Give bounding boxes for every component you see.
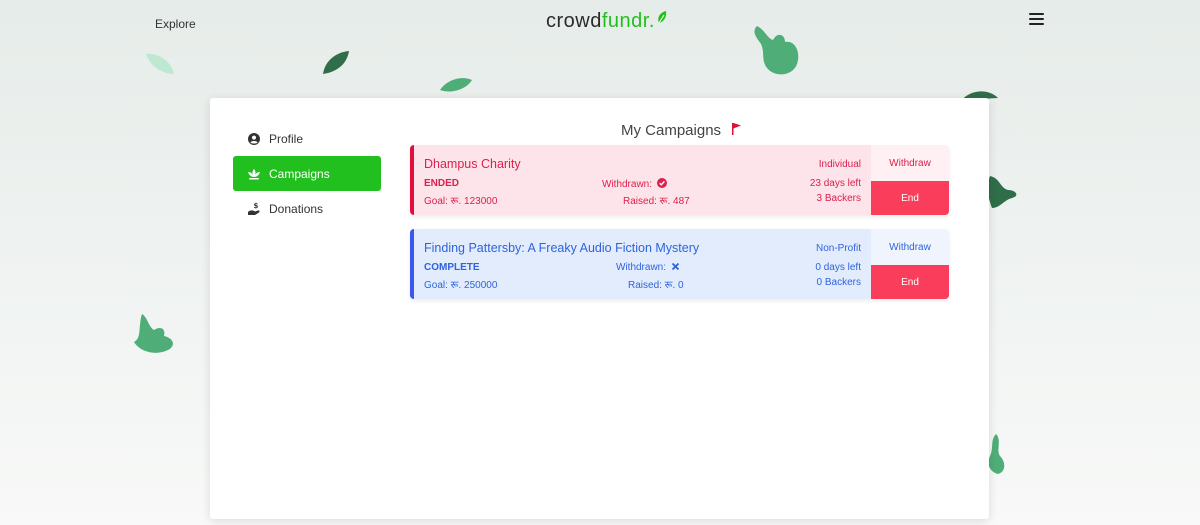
user-circle-icon bbox=[247, 132, 261, 146]
end-button[interactable]: End bbox=[871, 181, 949, 215]
campaign-info: Dhampus Charity Individual ENDED Withdra… bbox=[414, 145, 871, 215]
sidebar: Profile Campaigns $ Donations bbox=[233, 121, 381, 226]
end-button[interactable]: End bbox=[871, 265, 949, 299]
days-left: 23 days left bbox=[809, 178, 861, 189]
decorative-leaf bbox=[134, 314, 173, 353]
sidebar-item-donations[interactable]: $ Donations bbox=[233, 191, 381, 226]
withdraw-button[interactable]: Withdraw bbox=[871, 145, 949, 181]
sidebar-item-label: Donations bbox=[269, 201, 324, 216]
svg-text:$: $ bbox=[254, 202, 259, 210]
campaign-name[interactable]: Finding Pattersby: A Freaky Audio Fictio… bbox=[424, 241, 699, 255]
lotus-icon bbox=[247, 167, 261, 181]
campaign-goal: Goal: रू. 123000 bbox=[424, 196, 498, 207]
withdrawn-status: Withdrawn: bbox=[616, 262, 680, 274]
sidebar-item-profile[interactable]: Profile bbox=[233, 121, 381, 156]
decorative-leaf bbox=[323, 51, 349, 74]
withdrawn-label: Withdrawn: bbox=[602, 179, 653, 190]
explore-link[interactable]: Explore bbox=[155, 17, 196, 31]
page-title: My Campaigns bbox=[621, 122, 742, 140]
campaign-info: Finding Pattersby: A Freaky Audio Fictio… bbox=[414, 229, 871, 299]
hand-donate-icon: $ bbox=[247, 202, 261, 216]
x-mark-icon bbox=[671, 262, 680, 274]
campaign-status: ENDED bbox=[424, 178, 460, 189]
campaign-raised: Raised: रू. 0 bbox=[628, 280, 684, 291]
flag-icon bbox=[731, 122, 742, 140]
logo-text-fundr: fundr. bbox=[601, 10, 655, 32]
decorative-leaf bbox=[754, 26, 799, 75]
campaign-raised: Raised: रू. 487 bbox=[623, 196, 690, 207]
backers-count: 3 Backers bbox=[816, 193, 861, 204]
check-circle-icon bbox=[656, 178, 667, 191]
logo[interactable]: crowdfundr. bbox=[546, 10, 668, 33]
logo-text-crowd: crowd bbox=[546, 10, 602, 32]
sidebar-item-campaigns[interactable]: Campaigns bbox=[233, 156, 381, 191]
withdrawn-status: Withdrawn: bbox=[602, 178, 667, 191]
backers-count: 0 Backers bbox=[816, 277, 861, 288]
campaign-actions: Withdraw End bbox=[871, 145, 949, 215]
withdraw-button[interactable]: Withdraw bbox=[871, 229, 949, 265]
sidebar-item-label: Profile bbox=[269, 131, 304, 146]
campaign-goal: Goal: रू. 250000 bbox=[424, 280, 498, 291]
campaign-type: Individual bbox=[818, 159, 861, 170]
page-title-text: My Campaigns bbox=[621, 122, 722, 139]
days-left: 0 days left bbox=[815, 262, 861, 273]
withdrawn-label: Withdrawn: bbox=[616, 262, 667, 273]
campaign-actions: Withdraw End bbox=[871, 229, 949, 299]
top-navigation: Explore crowdfundr. bbox=[0, 0, 1200, 50]
hamburger-menu-icon[interactable] bbox=[1029, 13, 1044, 28]
dashboard-card: Profile Campaigns $ Donations My Campaig… bbox=[210, 98, 989, 519]
sidebar-item-label: Campaigns bbox=[269, 166, 330, 181]
decorative-leaf bbox=[146, 53, 174, 74]
decorative-leaf bbox=[987, 176, 1017, 208]
campaign-card: Finding Pattersby: A Freaky Audio Fictio… bbox=[410, 229, 949, 299]
decorative-leaf bbox=[440, 78, 472, 92]
campaign-type: Non-Profit bbox=[815, 243, 861, 254]
campaign-name[interactable]: Dhampus Charity bbox=[424, 157, 521, 171]
campaign-status: COMPLETE bbox=[424, 262, 480, 273]
leaf-icon bbox=[656, 9, 668, 32]
campaign-card: Dhampus Charity Individual ENDED Withdra… bbox=[410, 145, 949, 215]
